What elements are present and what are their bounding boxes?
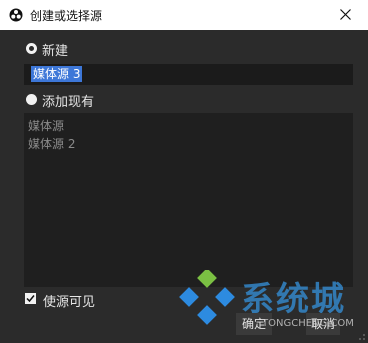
- make-visible-checkbox[interactable]: [25, 293, 36, 304]
- close-button[interactable]: [324, 0, 368, 30]
- watermark-url: TONGCHENG.COM: [262, 318, 354, 329]
- checkmark-icon: [26, 295, 35, 303]
- create-new-label: 新建: [42, 44, 69, 59]
- list-item[interactable]: 媒体源 2: [28, 135, 75, 152]
- watermark-logo-icon: [179, 270, 235, 325]
- obs-icon: [9, 8, 23, 22]
- make-visible-label: 使源可见: [43, 295, 96, 310]
- window-title: 创建或选择源: [30, 9, 103, 23]
- add-existing-radio[interactable]: [26, 94, 37, 105]
- list-item[interactable]: 媒体源: [28, 117, 64, 134]
- add-existing-label: 添加现有: [42, 95, 95, 110]
- title-bar: 创建或选择源: [0, 0, 368, 30]
- create-new-radio[interactable]: [26, 43, 37, 54]
- close-icon: [340, 9, 351, 20]
- source-name-value: 媒体源 3: [31, 66, 83, 82]
- existing-sources-list[interactable]: 媒体源 媒体源 2: [24, 113, 353, 287]
- source-name-input[interactable]: 媒体源 3: [24, 64, 353, 85]
- resize-grip-icon[interactable]: [356, 331, 366, 341]
